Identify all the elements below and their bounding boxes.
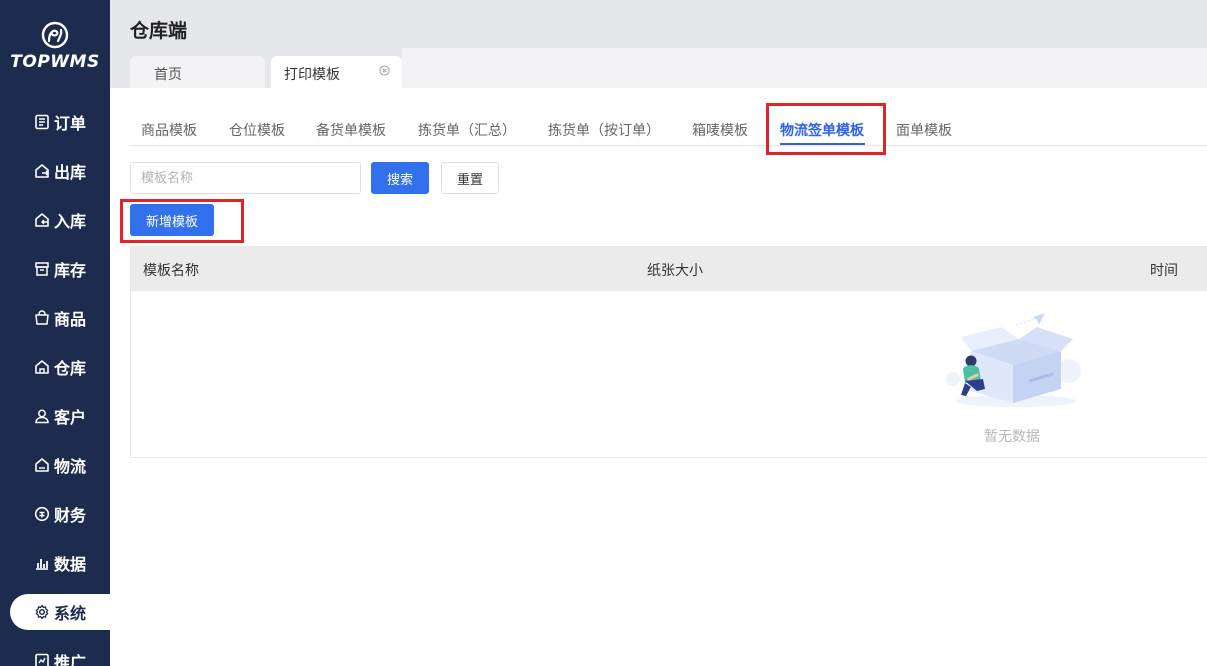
sidebar-item-label: 入库 xyxy=(54,212,87,231)
promote-icon xyxy=(35,653,49,666)
sidebar-item-promote[interactable]: 推广 xyxy=(10,643,110,666)
tab-strip-background xyxy=(402,48,1207,88)
gear-icon xyxy=(35,604,49,620)
subtab-waybill-template[interactable]: 面单模板 xyxy=(896,120,952,140)
outbound-icon xyxy=(35,164,49,178)
sidebar: TOPWMS 订单 出库 入库 库存 商品 仓库 客户 物流 财务 数据 系统 … xyxy=(0,0,110,666)
sidebar-item-label: 财务 xyxy=(54,506,87,525)
subtab-picking-summary[interactable]: 拣货单（汇总） xyxy=(418,120,516,140)
sidebar-item-logistics[interactable]: 物流 xyxy=(10,447,110,483)
table-header: 模板名称 纸张大小 时间 xyxy=(131,247,1207,291)
tab-label: 首页 xyxy=(154,67,182,83)
sidebar-item-label: 库存 xyxy=(54,261,87,280)
sidebar-item-products[interactable]: 商品 xyxy=(10,300,110,336)
column-header-paper-size: 纸张大小 xyxy=(647,263,703,279)
subtab-picking-by-order[interactable]: 拣货单（按订单） xyxy=(548,120,660,140)
customer-icon xyxy=(35,409,49,424)
subtab-product-template[interactable]: 商品模板 xyxy=(141,120,197,140)
sidebar-item-inventory[interactable]: 库存 xyxy=(10,251,110,287)
subtab-location-template[interactable]: 仓位模板 xyxy=(229,120,285,140)
tab-label: 打印模板 xyxy=(284,67,340,83)
inbound-icon xyxy=(35,213,49,227)
data-icon xyxy=(36,559,48,570)
search-button[interactable]: 搜索 xyxy=(371,162,429,194)
reset-button[interactable]: 重置 xyxy=(441,162,499,194)
product-icon xyxy=(35,310,49,325)
close-icon[interactable] xyxy=(379,65,390,76)
tab-home[interactable]: 首页 xyxy=(130,56,265,88)
sidebar-item-inbound[interactable]: 入库 xyxy=(10,202,110,238)
finance-icon xyxy=(34,506,50,522)
logo-icon xyxy=(41,21,69,49)
sidebar-item-label: 客户 xyxy=(54,408,87,427)
add-template-button[interactable]: 新增模板 xyxy=(130,204,214,236)
sidebar-item-label: 出库 xyxy=(54,163,87,182)
sidebar-item-label: 物流 xyxy=(54,457,87,476)
sidebar-item-label: 系统 xyxy=(54,604,87,623)
sidebar-item-label: 商品 xyxy=(54,310,87,329)
empty-box-illustration xyxy=(946,313,1081,407)
logistics-icon xyxy=(35,458,49,472)
column-header-time: 时间 xyxy=(1150,263,1178,279)
sidebar-item-label: 订单 xyxy=(54,114,87,133)
empty-state-text: 暂无数据 xyxy=(984,429,1040,445)
column-header-template-name: 模板名称 xyxy=(143,263,199,279)
sidebar-item-finance[interactable]: 财务 xyxy=(10,496,110,532)
sidebar-item-label: 仓库 xyxy=(54,359,87,378)
brand-logo[interactable]: TOPWMS xyxy=(0,20,110,72)
sidebar-item-customers[interactable]: 客户 xyxy=(10,398,110,434)
subtab-carton-mark-template[interactable]: 箱唛模板 xyxy=(692,120,748,140)
warehouse-icon xyxy=(35,360,49,374)
template-table: 模板名称 纸张大小 时间 暂无数据 xyxy=(130,246,1207,458)
subtab-logistics-sign-template[interactable]: 物流签单模板 xyxy=(780,120,864,140)
inventory-icon xyxy=(35,262,49,276)
active-tab-indicator xyxy=(780,143,865,145)
sidebar-item-data[interactable]: 数据 xyxy=(10,545,110,581)
sidebar-item-warehouse[interactable]: 仓库 xyxy=(10,349,110,385)
sidebar-item-label: 推广 xyxy=(54,653,87,666)
brand-name: TOPWMS xyxy=(10,52,100,72)
page-title: 仓库端 xyxy=(130,20,188,42)
sidebar-item-outbound[interactable]: 出库 xyxy=(10,153,110,189)
template-name-input[interactable] xyxy=(130,162,361,194)
sidebar-item-system[interactable]: 系统 xyxy=(10,594,110,630)
order-icon xyxy=(35,114,49,130)
sidebar-item-orders[interactable]: 订单 xyxy=(10,104,110,140)
top-header: 仓库端 首页 打印模板 xyxy=(110,0,1207,88)
tab-print-template[interactable]: 打印模板 xyxy=(271,56,402,88)
sidebar-item-label: 数据 xyxy=(54,555,87,574)
subtab-stocking-template[interactable]: 备货单模板 xyxy=(316,120,386,140)
template-type-tabs: 商品模板 仓位模板 备货单模板 拣货单（汇总） 拣货单（按订单） 箱唛模板 物流… xyxy=(130,108,1207,146)
